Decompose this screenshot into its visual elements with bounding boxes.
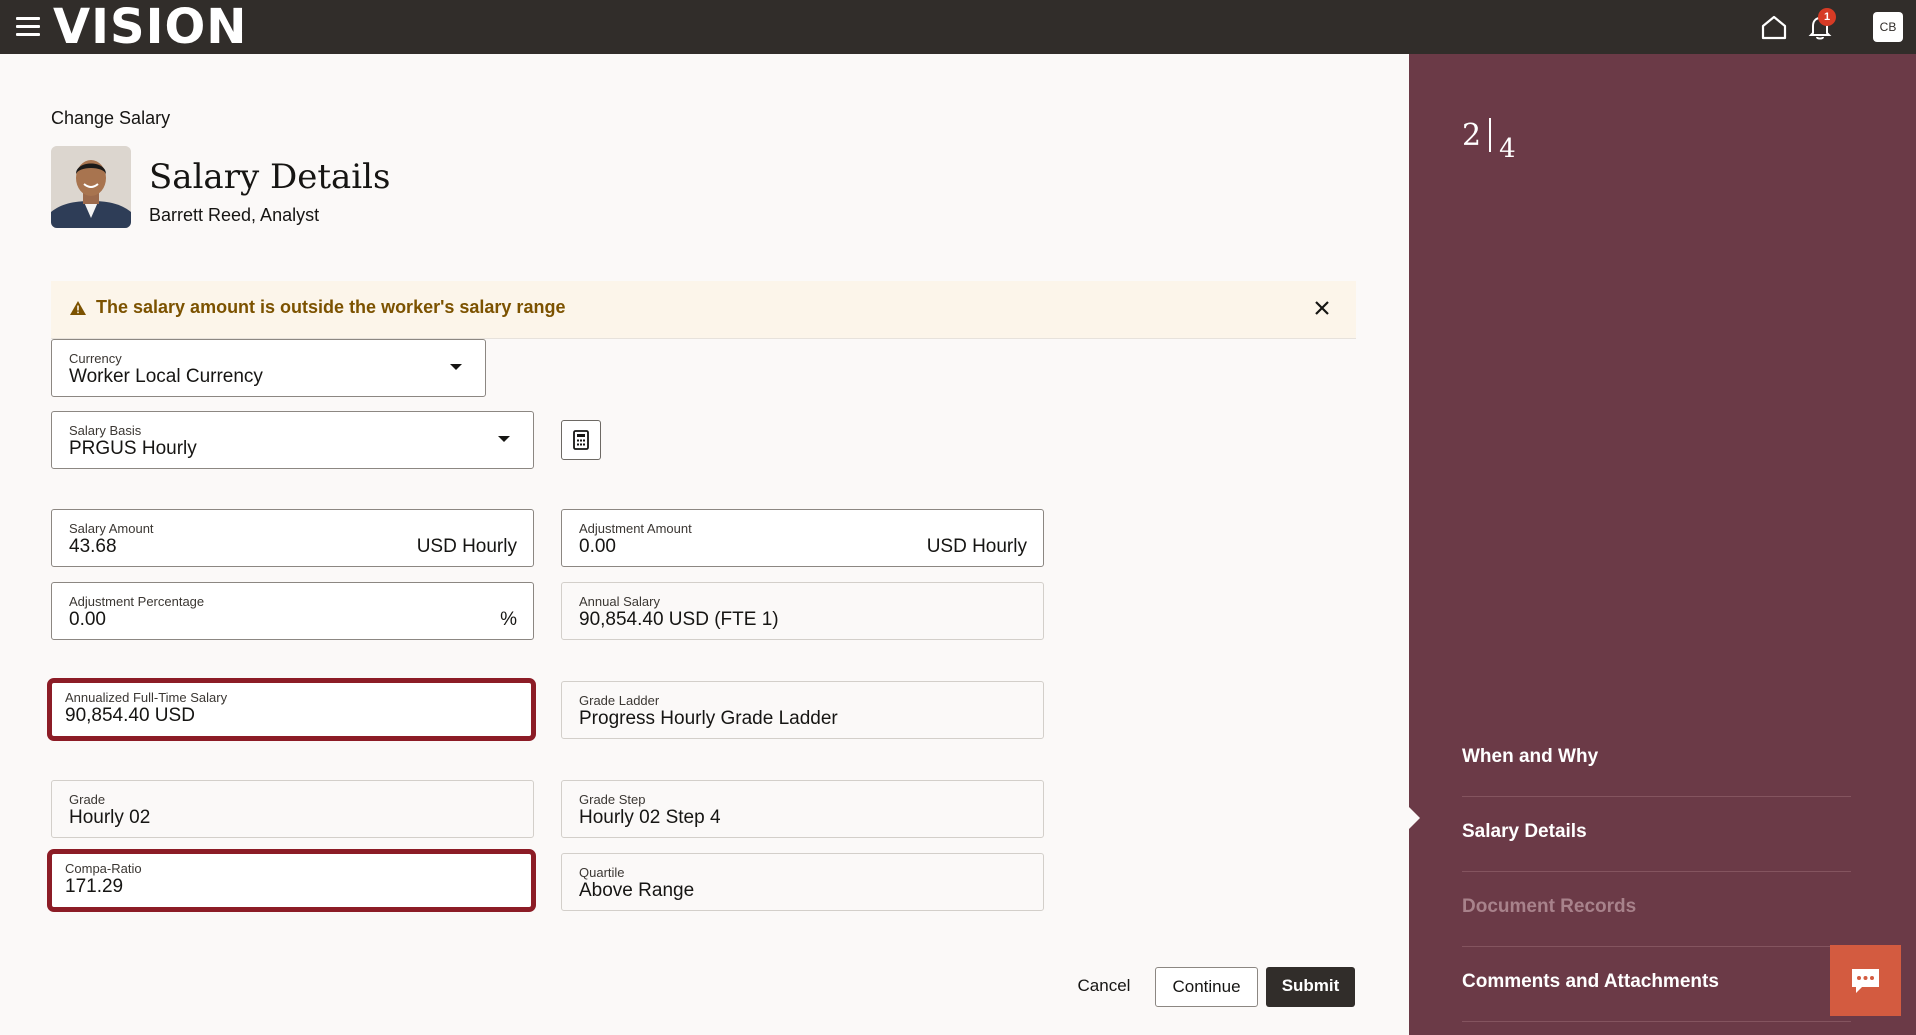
calculator-icon <box>573 430 589 450</box>
grade-step-field: Grade Step Hourly 02 Step 4 <box>561 780 1044 838</box>
cancel-button[interactable]: Cancel <box>1066 967 1142 1007</box>
compa-ratio-label: Compa-Ratio <box>65 861 142 876</box>
salary-basis-label: Salary Basis <box>69 423 142 438</box>
train-stop-panel: 24 When and Why Salary Details Document … <box>1409 54 1916 1035</box>
current-step-number: 2 <box>1462 118 1482 153</box>
step-counter: 24 <box>1462 118 1516 164</box>
salary-amount-value: 43.68 <box>69 536 117 557</box>
adjustment-amount-value: 0.00 <box>579 536 616 557</box>
step-document-records[interactable]: Document Records <box>1462 872 1851 947</box>
currency-select[interactable]: Currency Worker Local Currency <box>51 339 486 397</box>
user-avatar-button[interactable]: CB <box>1873 12 1903 42</box>
step-comments-and-attachments[interactable]: Comments and Attachments <box>1462 947 1851 1022</box>
warning-icon <box>70 301 86 315</box>
grade-step-value: Hourly 02 Step 4 <box>579 807 721 828</box>
step-when-and-why[interactable]: When and Why <box>1462 722 1851 797</box>
warning-text: The salary amount is outside the worker'… <box>96 297 566 317</box>
top-bar: VISION 1 CB <box>0 0 1916 54</box>
adjustment-percentage-input[interactable]: Adjustment Percentage 0.00 % <box>51 582 534 640</box>
annual-salary-label: Annual Salary <box>579 594 660 609</box>
chevron-down-icon <box>450 364 462 370</box>
adjustment-amount-unit: USD Hourly <box>926 536 1027 557</box>
annual-salary-value: 90,854.40 USD (FTE 1) <box>579 609 779 630</box>
currency-label: Currency <box>69 351 122 366</box>
grade-value: Hourly 02 <box>69 807 151 828</box>
home-icon[interactable] <box>1760 14 1788 40</box>
adjustment-amount-input[interactable]: Adjustment Amount 0.00 USD Hourly <box>561 509 1044 567</box>
annualized-salary-label: Annualized Full-Time Salary <box>65 690 228 705</box>
salary-amount-label: Salary Amount <box>69 521 154 536</box>
salary-basis-select[interactable]: Salary Basis PRGUS Hourly <box>51 411 534 469</box>
grade-ladder-field: Grade Ladder Progress Hourly Grade Ladde… <box>561 681 1044 739</box>
chat-button[interactable] <box>1830 945 1901 1016</box>
app-logo[interactable]: VISION <box>53 2 247 52</box>
breadcrumb: Change Salary <box>51 108 171 128</box>
adjustment-amount-label: Adjustment Amount <box>579 521 692 536</box>
annualized-salary-value: 90,854.40 USD <box>65 705 195 726</box>
salary-amount-input[interactable]: Salary Amount 43.68 USD Hourly <box>51 509 534 567</box>
worker-photo <box>51 146 131 228</box>
page-title: Salary Details <box>149 157 391 197</box>
grade-ladder-value: Progress Hourly Grade Ladder <box>579 708 838 729</box>
chat-icon <box>1852 969 1879 993</box>
grade-label: Grade <box>69 792 106 807</box>
currency-value: Worker Local Currency <box>69 366 263 387</box>
close-icon[interactable] <box>1307 293 1337 323</box>
quartile-field: Quartile Above Range <box>561 853 1044 911</box>
chevron-down-icon <box>498 436 510 442</box>
adjustment-percentage-value: 0.00 <box>69 609 106 630</box>
annualized-salary-field: Annualized Full-Time Salary 90,854.40 US… <box>47 678 536 741</box>
step-salary-details[interactable]: Salary Details <box>1462 797 1851 872</box>
current-step-pointer <box>1409 807 1420 829</box>
grade-step-label: Grade Step <box>579 792 646 807</box>
quartile-label: Quartile <box>579 865 625 880</box>
hamburger-menu-icon[interactable] <box>16 17 40 37</box>
step-label: Document Records <box>1462 896 1637 917</box>
salary-basis-value: PRGUS Hourly <box>69 438 197 459</box>
percent-unit: % <box>500 609 517 630</box>
step-label: Comments and Attachments <box>1462 971 1719 992</box>
compa-ratio-value: 171.29 <box>65 876 124 897</box>
salary-calculator-button[interactable] <box>561 420 601 460</box>
notification-badge: 1 <box>1818 8 1836 26</box>
adjustment-percentage-label: Adjustment Percentage <box>69 594 205 609</box>
step-label: Salary Details <box>1462 821 1587 842</box>
continue-button[interactable]: Continue <box>1155 967 1258 1007</box>
grade-ladder-label: Grade Ladder <box>579 693 660 708</box>
grade-field: Grade Hourly 02 <box>51 780 534 838</box>
quartile-value: Above Range <box>579 880 695 901</box>
warning-message-bar: The salary amount is outside the worker'… <box>51 281 1356 339</box>
annual-salary-field: Annual Salary 90,854.40 USD (FTE 1) <box>561 582 1044 640</box>
total-steps-number: 4 <box>1499 134 1516 164</box>
compa-ratio-field: Compa-Ratio 171.29 <box>47 849 536 912</box>
step-label: When and Why <box>1462 746 1599 767</box>
worker-name: Barrett Reed, Analyst <box>149 205 320 225</box>
salary-amount-unit: USD Hourly <box>416 536 517 557</box>
submit-button[interactable]: Submit <box>1266 967 1355 1007</box>
